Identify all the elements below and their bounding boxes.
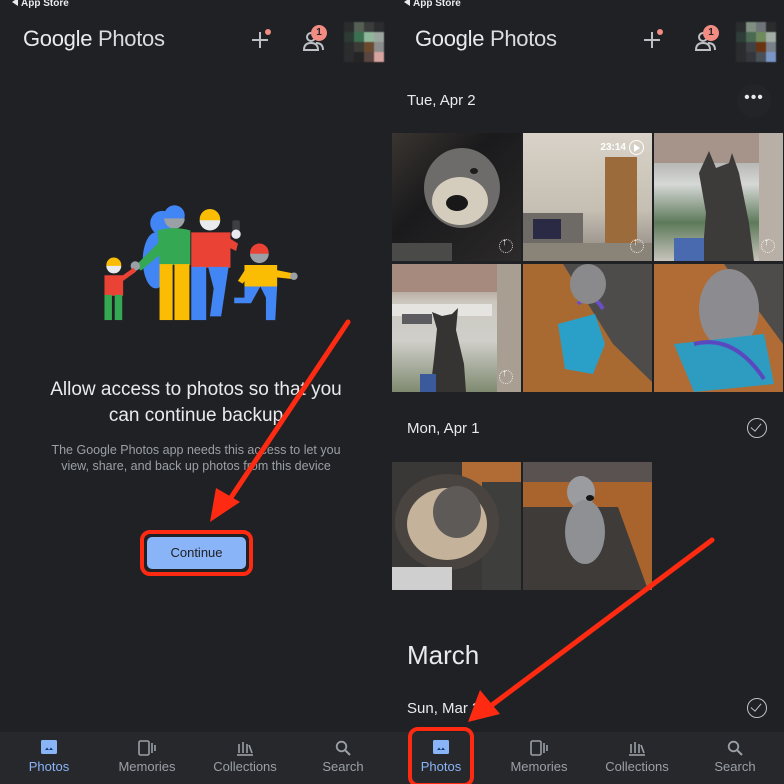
nav-tab-search[interactable]: Search bbox=[686, 732, 784, 784]
collections-icon bbox=[629, 742, 645, 756]
notification-badge: 1 bbox=[311, 25, 327, 41]
logo-google: Google bbox=[415, 26, 485, 51]
app-logo: Google Photos bbox=[23, 26, 165, 52]
nav-tab-collections[interactable]: Collections bbox=[588, 732, 686, 784]
nav-label: Collections bbox=[605, 759, 669, 774]
search-icon bbox=[727, 740, 743, 756]
nav-label: Search bbox=[714, 759, 756, 774]
app-bar: Google Photos 1 bbox=[392, 22, 784, 62]
select-check-icon[interactable] bbox=[747, 418, 767, 438]
more-options-button[interactable]: ••• bbox=[737, 84, 771, 118]
account-avatar[interactable] bbox=[736, 22, 776, 62]
logo-photos: Photos bbox=[97, 26, 165, 51]
permission-headline: Allow access to photos so that you can c… bbox=[0, 377, 392, 429]
photo-icon bbox=[41, 740, 57, 754]
photo-thumbnail[interactable] bbox=[392, 133, 521, 261]
permission-description: The Google Photos app needs this access … bbox=[20, 442, 372, 474]
back-triangle-icon bbox=[404, 0, 410, 6]
memories-icon bbox=[138, 740, 156, 756]
photo-thumbnail[interactable] bbox=[523, 264, 652, 392]
app-bar: Google Photos 1 bbox=[0, 22, 392, 62]
add-indicator-dot bbox=[657, 29, 663, 35]
continue-highlight-annotation: Continue bbox=[140, 530, 253, 576]
back-to-app-store[interactable]: App Store bbox=[12, 0, 69, 9]
photo-thumbnail[interactable] bbox=[392, 462, 521, 590]
logo-photos: Photos bbox=[489, 26, 557, 51]
month-header: March bbox=[407, 640, 480, 670]
date-header: Sun, Mar 3 bbox=[407, 700, 481, 717]
nav-tab-memories[interactable]: Memories bbox=[490, 732, 588, 784]
add-indicator-dot bbox=[265, 29, 271, 35]
nav-tab-collections[interactable]: Collections bbox=[196, 732, 294, 784]
cat-in-bag-image bbox=[674, 264, 783, 392]
description-line-1: The Google Photos app needs this access … bbox=[51, 443, 341, 457]
photo-thumbnail[interactable] bbox=[523, 462, 652, 590]
dog-on-rug-image bbox=[523, 462, 652, 590]
continue-button[interactable]: Continue bbox=[147, 537, 246, 569]
account-avatar[interactable] bbox=[344, 22, 384, 62]
select-check-icon[interactable] bbox=[747, 698, 767, 718]
dog-in-bed-image bbox=[392, 462, 521, 590]
nav-label: Memories bbox=[510, 759, 568, 774]
notification-badge: 1 bbox=[703, 25, 719, 41]
memories-icon bbox=[530, 740, 548, 756]
photo-thumbnail[interactable] bbox=[392, 264, 521, 392]
backup-pending-icon bbox=[761, 237, 775, 253]
permission-screen: App Store Google Photos 1 Allow access t… bbox=[0, 0, 392, 784]
nav-label: Collections bbox=[213, 759, 277, 774]
app-logo: Google Photos bbox=[415, 26, 557, 52]
photos-timeline-screen: App Store Google Photos 1 Tue, Apr 2 ••• bbox=[392, 0, 784, 784]
photos-tab-highlight-annotation bbox=[408, 727, 474, 784]
description-line-2: view, share, and back up photos from thi… bbox=[61, 459, 331, 473]
date-header: Tue, Apr 2 bbox=[407, 92, 476, 109]
nav-label: Search bbox=[322, 759, 364, 774]
collections-icon bbox=[237, 742, 253, 756]
headline-line-1: Allow access to photos so that you bbox=[50, 379, 342, 400]
back-label: App Store bbox=[21, 0, 69, 9]
family-illustration bbox=[104, 205, 298, 321]
backup-pending-icon bbox=[630, 237, 644, 253]
logo-google: Google bbox=[23, 26, 93, 51]
nav-tab-search[interactable]: Search bbox=[294, 732, 392, 784]
backup-pending-icon bbox=[499, 237, 513, 253]
nav-label: Memories bbox=[118, 759, 176, 774]
nav-tab-memories[interactable]: Memories bbox=[98, 732, 196, 784]
nav-tab-photos[interactable]: Photos bbox=[0, 732, 98, 784]
cat-in-bag-image bbox=[558, 264, 652, 382]
date-header: Mon, Apr 1 bbox=[407, 420, 480, 437]
video-duration: 23:14 bbox=[600, 142, 626, 153]
photo-thumbnail[interactable] bbox=[654, 133, 783, 261]
back-label: App Store bbox=[413, 0, 461, 9]
photo-thumbnail[interactable]: 23:14 bbox=[523, 133, 652, 261]
bottom-navigation: Photos Memories Collections Search bbox=[0, 732, 392, 784]
photo-thumbnail[interactable] bbox=[654, 264, 783, 392]
headline-line-2: can continue backup bbox=[108, 405, 284, 426]
search-icon bbox=[335, 740, 351, 756]
backup-pending-icon bbox=[499, 368, 513, 384]
back-triangle-icon bbox=[12, 0, 18, 6]
play-icon bbox=[629, 140, 644, 155]
back-to-app-store[interactable]: App Store bbox=[404, 0, 461, 9]
nav-label: Photos bbox=[28, 759, 70, 774]
